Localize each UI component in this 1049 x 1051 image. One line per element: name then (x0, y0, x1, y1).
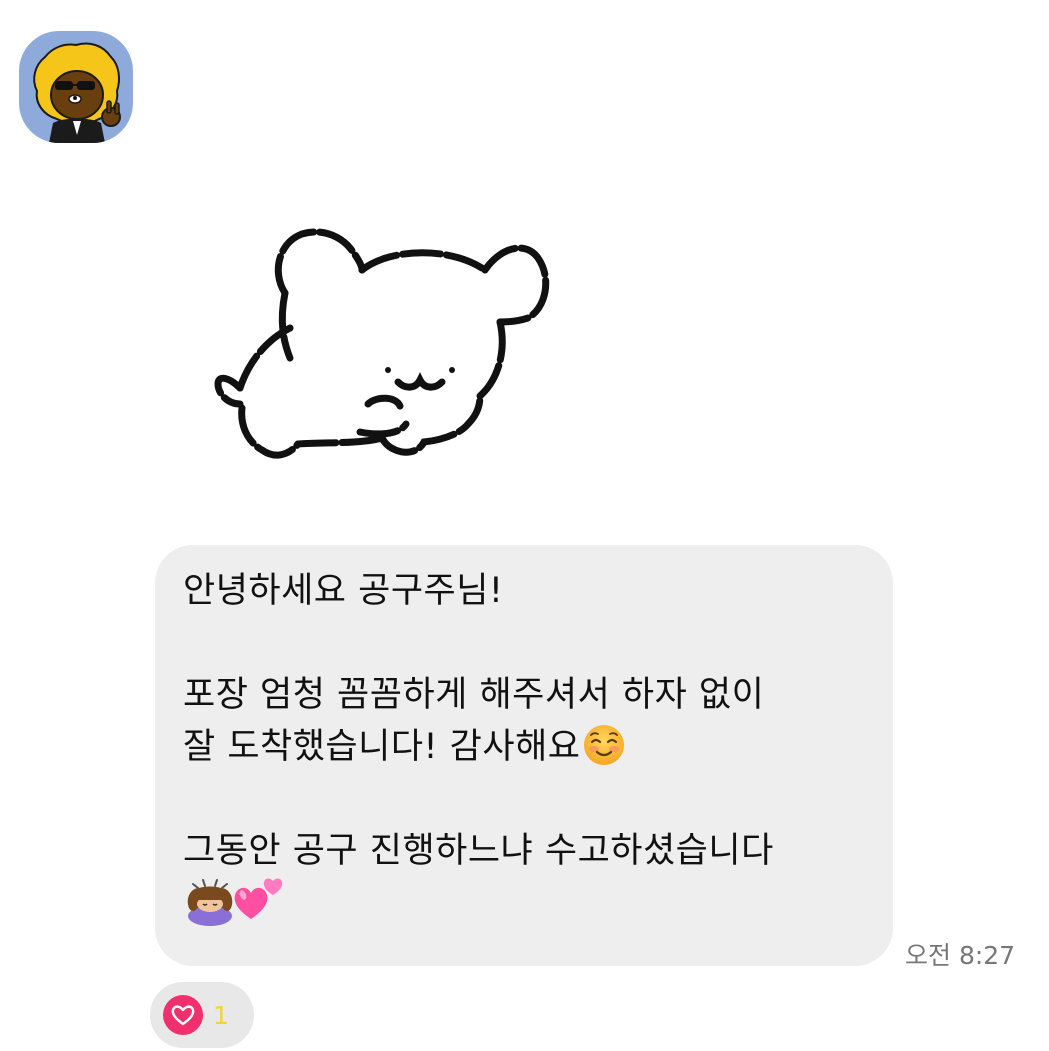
message-line: 그동안 공구 진행하느냐 수고하셨습니다 (183, 831, 774, 871)
message-line: 포장 엄청 꼼꼼하게 해주셔서 하자 없이 (183, 675, 765, 715)
girl-bowing-emoji (183, 878, 237, 926)
sender-avatar[interactable] (19, 31, 133, 143)
message-timestamp: 오전 8:27 (905, 941, 1016, 970)
puppy-sticker-icon (214, 228, 550, 459)
reaction-count: 1 (213, 1000, 229, 1030)
message-bubble[interactable]: 안녕하세요 공구주님! 포장 엄청 꼼꼼하게 해주셔서 하자 없이 잘 도착했습… (155, 545, 893, 966)
reaction-chip[interactable]: 1 (150, 982, 254, 1048)
two-hearts-emoji (233, 873, 285, 923)
message-line (183, 877, 863, 929)
smiling-face-emoji (582, 723, 626, 767)
profile-avatar-character-icon (33, 42, 121, 143)
message-line: 잘 도착했습니다! 감사해요 (183, 721, 863, 773)
heart-icon (163, 995, 203, 1035)
message-line: 안녕하세요 공구주님! (183, 571, 504, 611)
message-text: 안녕하세요 공구주님! 포장 엄청 꼼꼼하게 해주셔서 하자 없이 잘 도착했습… (183, 565, 863, 929)
sticker-message[interactable] (210, 218, 555, 468)
message-line-text: 잘 도착했습니다! 감사해요 (183, 727, 581, 767)
